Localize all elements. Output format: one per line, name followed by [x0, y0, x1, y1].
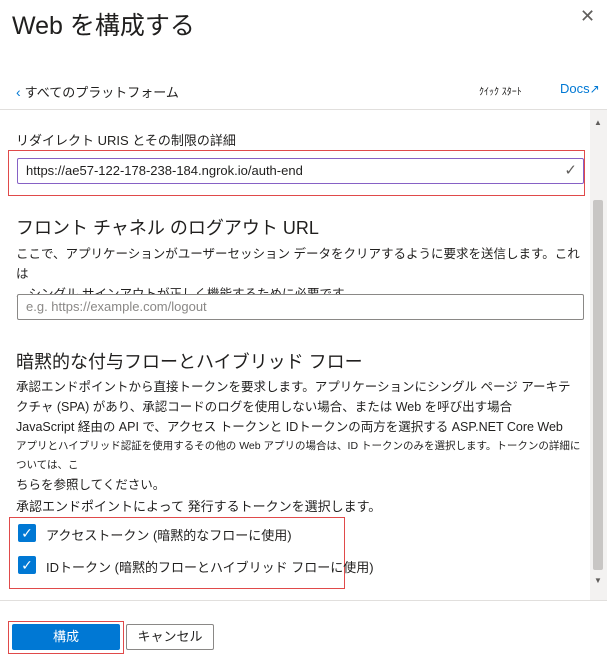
external-link-icon: ↗ — [589, 82, 600, 96]
redirect-uri-value: https://ae57-122-178-238-184.ngrok.io/au… — [26, 163, 303, 178]
form-scroll-area: リダイレクト URIS とその制限の詳細 https://ae57-122-17… — [0, 110, 590, 600]
top-nav: ‹ すべてのプラットフォーム ｸｲｯｸ ｽﾀｰﾄ Docs↗ — [0, 80, 607, 110]
logout-heading: フロント チャネル のログアウト URL — [16, 218, 319, 238]
token-select-prompt: 承認エンドポイントによって 発行するトークンを選択します。 — [16, 499, 382, 514]
back-link-label: すべてのプラットフォーム — [24, 85, 179, 100]
id-token-checkbox[interactable]: ✓ — [18, 556, 36, 574]
implicit-line-5: ちらを参照してください。 — [16, 478, 166, 492]
configure-button[interactable]: 構成 — [12, 624, 120, 650]
scrollbar-thumb[interactable] — [593, 200, 603, 570]
cancel-button[interactable]: キャンセル — [126, 624, 214, 650]
implicit-line-2: クチャ (SPA) があり、承認コードのログを使用しない場合、または Web を… — [16, 400, 513, 414]
scroll-down-icon[interactable]: ▼ — [594, 576, 602, 585]
panel-title: Web を構成する — [12, 12, 195, 40]
close-icon[interactable]: ✕ — [580, 6, 595, 27]
docs-link[interactable]: Docs↗ — [560, 81, 600, 96]
quickstart-link[interactable]: ｸｲｯｸ ｽﾀｰﾄ — [479, 83, 522, 98]
logout-url-input[interactable]: e.g. https://example.com/logout — [17, 294, 584, 320]
back-to-platforms-link[interactable]: ‹ すべてのプラットフォーム — [16, 82, 179, 101]
redirect-uri-input[interactable]: https://ae57-122-178-238-184.ngrok.io/au… — [17, 158, 584, 184]
logout-description-line-1: ここで、アプリケーションがユーザーセッション データをクリアするように要求を送信… — [16, 247, 580, 281]
footer-divider — [0, 600, 607, 601]
implicit-line-4: アプリとハイブリッド認証を使用するその他の Web アプリの場合は、ID トーク… — [16, 440, 581, 471]
docs-label: Docs — [560, 81, 590, 96]
implicit-line-3: JavaScript 経由の API で、アクセス トークンと IDトークンの両… — [16, 420, 563, 434]
implicit-description: 承認エンドポイントから直接トークンを要求します。アプリケーションにシングル ペー… — [16, 377, 581, 495]
logout-url-placeholder: e.g. https://example.com/logout — [26, 299, 207, 314]
checkmark-icon: ✓ — [564, 162, 577, 179]
redirect-uri-label: リダイレクト URIS とその制限の詳細 — [16, 133, 236, 148]
scroll-up-icon[interactable]: ▲ — [594, 118, 602, 127]
implicit-line-1: 承認エンドポイントから直接トークンを要求します。アプリケーションにシングル ペー… — [16, 380, 571, 394]
id-token-label: IDトークン (暗黙的フローとハイブリッド フローに使用) — [46, 560, 374, 575]
access-token-checkbox[interactable]: ✓ — [18, 524, 36, 542]
access-token-label: アクセストークン (暗黙的なフローに使用) — [46, 528, 292, 543]
chevron-left-icon: ‹ — [16, 84, 21, 100]
implicit-heading: 暗黙的な付与フローとハイブリッド フロー — [16, 352, 363, 372]
